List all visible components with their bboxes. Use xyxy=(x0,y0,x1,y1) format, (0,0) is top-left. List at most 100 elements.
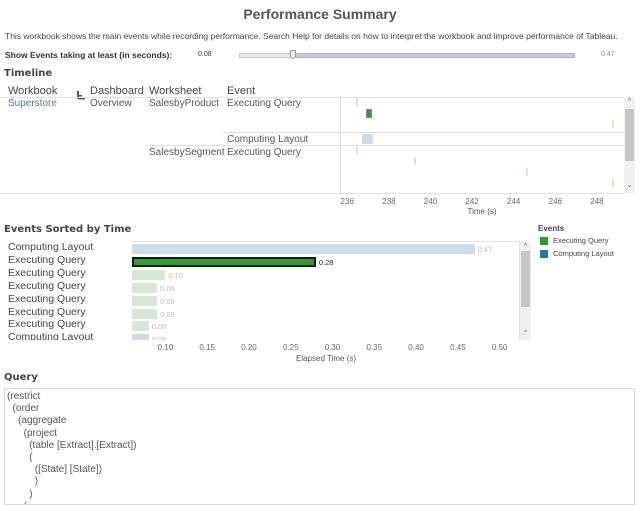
x-tick-label: 0.20 xyxy=(241,343,257,352)
x-tick-label: 0.35 xyxy=(366,343,383,352)
event-label[interactable]: Executing Query xyxy=(8,318,128,331)
filter-slider-handle[interactable] xyxy=(290,50,296,59)
bar-value-label: 0.28 xyxy=(318,257,334,267)
event-cell: Executing Query xyxy=(227,147,301,158)
event-label[interactable]: Computing Layout xyxy=(8,331,128,340)
query-line: (table [Extract].[Extract]) xyxy=(7,439,137,451)
query-line: (restrict xyxy=(7,391,41,402)
event-bar[interactable] xyxy=(132,282,158,293)
legend-swatch-icon xyxy=(540,236,548,245)
event-labels: Computing Layout Executing Query Executing… xyxy=(8,241,128,340)
events-scrollbar-thumb[interactable] xyxy=(521,251,530,307)
legend-label: Executing Query xyxy=(553,236,609,245)
timeline-scrollbar-thumb[interactable] xyxy=(625,109,634,161)
page-title: Performance Summary xyxy=(243,6,397,22)
sort-icon[interactable] xyxy=(77,87,85,100)
filter-label: Show Events taking at least (in seconds)… xyxy=(5,50,173,60)
x-tick-label: 248 xyxy=(590,197,604,206)
filter-slider-range[interactable] xyxy=(295,53,575,58)
x-tick-label: 240 xyxy=(423,197,438,206)
event-bar[interactable] xyxy=(132,256,316,267)
x-tick-label: 238 xyxy=(382,197,396,206)
timeline-plot[interactable] xyxy=(341,97,624,193)
query-line: (project xyxy=(7,427,58,439)
column-header-worksheet[interactable]: Worksheet xyxy=(149,85,201,97)
legend-item-executing-query[interactable]: Executing Query xyxy=(540,236,608,245)
query-line: (order xyxy=(7,403,40,415)
events-sorted-title: Events Sorted by Time xyxy=(4,224,132,235)
event-bar[interactable] xyxy=(132,334,149,340)
x-tick-label: 0.10 xyxy=(157,343,174,352)
x-tick-label: 0.25 xyxy=(282,343,299,352)
timeline-bottom-divider xyxy=(0,193,624,194)
event-label[interactable]: Executing Query xyxy=(8,306,128,319)
event-cell: Executing Query xyxy=(227,98,301,109)
column-header-event[interactable]: Event xyxy=(227,85,255,97)
filter-max-value: 0.47 xyxy=(601,51,615,58)
x-tick-label: 244 xyxy=(507,197,521,206)
bar-value-label: 0.09 xyxy=(160,309,175,319)
x-tick-label: 242 xyxy=(465,197,479,206)
timeline-mark[interactable] xyxy=(365,109,372,118)
x-tick-label: 0.30 xyxy=(324,343,341,352)
legend-swatch-icon xyxy=(540,249,548,258)
dashboard-cell: Overview xyxy=(90,98,132,109)
timeline-mark[interactable] xyxy=(611,120,614,128)
x-tick-label: 0.15 xyxy=(199,343,215,352)
timeline-title: Timeline xyxy=(4,68,53,79)
scroll-up-icon[interactable]: ^ xyxy=(520,243,531,251)
bar-value-label: 0.08 xyxy=(151,335,167,340)
query-title: Query xyxy=(4,372,38,383)
timeline-mark[interactable] xyxy=(361,134,373,144)
event-label[interactable]: Computing Layout xyxy=(8,241,128,254)
event-bar[interactable] xyxy=(132,244,475,254)
x-tick-label: 0.45 xyxy=(450,343,466,352)
legend-label: Computing Layout xyxy=(553,249,614,258)
workbook-link[interactable]: Superstore xyxy=(8,98,57,109)
scroll-up-icon[interactable]: ^ xyxy=(624,98,635,106)
page-description: This workbook shows the main events whil… xyxy=(5,31,618,41)
event-bar[interactable] xyxy=(132,321,149,332)
timeline-mark[interactable] xyxy=(355,98,358,106)
events-scrollbar[interactable]: ^ ⌄ xyxy=(520,241,531,340)
timeline-x-axis-title: Time (s) xyxy=(467,207,497,216)
timeline-mark[interactable] xyxy=(526,168,529,176)
bar-value-label: 0.09 xyxy=(160,283,175,293)
x-tick-label: 246 xyxy=(548,197,563,206)
column-header-workbook[interactable]: Workbook xyxy=(8,85,57,97)
query-text-box[interactable]: (restrict (order (aggregate (project (ta… xyxy=(4,388,635,505)
legend-title: Events xyxy=(538,224,565,233)
x-tick-label: 0.50 xyxy=(491,343,508,352)
worksheet-cell: SalesbySegment xyxy=(149,147,225,158)
event-bar[interactable] xyxy=(132,308,158,319)
event-bar[interactable] xyxy=(132,269,166,280)
event-cell: Computing Layout xyxy=(227,134,309,145)
event-label[interactable]: Executing Query xyxy=(8,267,128,280)
event-label[interactable]: Executing Query xyxy=(8,280,128,293)
x-tick-label: 0.40 xyxy=(408,343,424,352)
query-line: ) xyxy=(7,476,39,488)
legend-item-computing-layout[interactable]: Computing Layout xyxy=(540,249,614,258)
scroll-down-icon[interactable]: ⌄ xyxy=(624,182,635,190)
events-bar-plot[interactable]: 0.47 0.28 0.10 0.09 0.09 0.09 0.08 0.08 xyxy=(132,241,520,340)
event-label[interactable]: Executing Query xyxy=(8,254,128,267)
event-bar[interactable] xyxy=(132,295,158,306)
timeline-scrollbar[interactable]: ^ ⌄ xyxy=(624,97,635,193)
bar-value-label: 0.08 xyxy=(151,322,167,332)
timeline-mark[interactable] xyxy=(355,146,358,154)
scroll-down-icon[interactable]: ⌄ xyxy=(520,327,531,335)
query-line: (.. xyxy=(7,501,632,504)
bar-value-label: 0.09 xyxy=(160,296,175,306)
query-line: ) xyxy=(7,488,33,500)
column-header-dashboard[interactable]: Dashboard xyxy=(90,85,144,97)
bar-value-label: 0.10 xyxy=(168,270,184,280)
query-line: (aggregate xyxy=(7,415,67,427)
event-label[interactable]: Executing Query xyxy=(8,293,128,306)
query-line: ( xyxy=(7,452,33,464)
query-line: ([State] [State]) xyxy=(7,464,103,476)
timeline-mark[interactable] xyxy=(413,157,416,165)
filter-current-value: 0.08 xyxy=(198,51,212,58)
events-x-axis-title: Elapsed Time (s) xyxy=(295,354,357,363)
timeline-mark[interactable] xyxy=(611,179,614,187)
worksheet-cell: SalesbyProduct xyxy=(149,98,220,109)
